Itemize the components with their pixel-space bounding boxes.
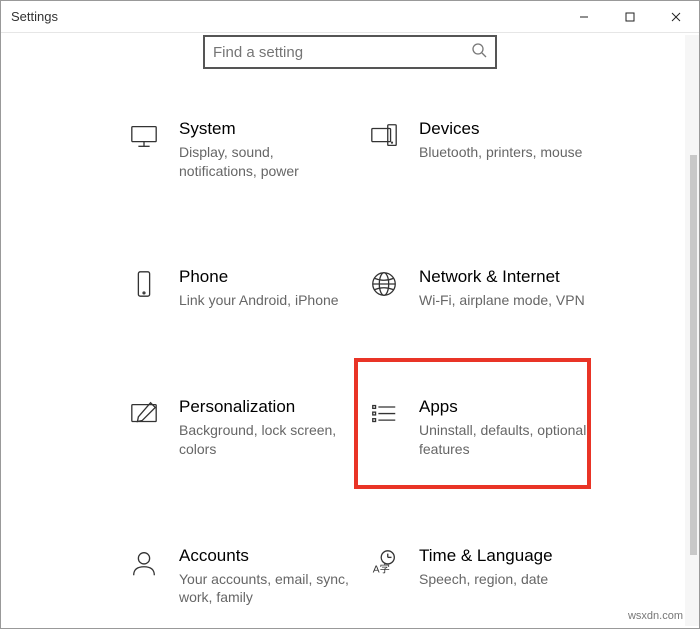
search-box[interactable] <box>203 35 497 69</box>
devices-icon <box>367 119 401 153</box>
phone-icon <box>127 267 161 301</box>
category-time[interactable]: A字 Time & Language Speech, region, date <box>367 544 607 628</box>
category-desc: Bluetooth, printers, mouse <box>419 143 582 162</box>
category-title: Apps <box>419 397 589 417</box>
category-apps[interactable]: Apps Uninstall, defaults, optional featu… <box>367 395 607 479</box>
category-desc: Wi-Fi, airplane mode, VPN <box>419 291 585 310</box>
category-system[interactable]: System Display, sound, notifications, po… <box>127 117 367 201</box>
category-title: Devices <box>419 119 582 139</box>
category-accounts[interactable]: Accounts Your accounts, email, sync, wor… <box>127 544 367 628</box>
window-title: Settings <box>11 9 58 24</box>
category-title: Accounts <box>179 546 349 566</box>
list-icon <box>367 397 401 431</box>
category-network[interactable]: Network & Internet Wi-Fi, airplane mode,… <box>367 265 607 331</box>
category-desc: Link your Android, iPhone <box>179 291 339 310</box>
globe-icon <box>367 267 401 301</box>
settings-categories: System Display, sound, notifications, po… <box>127 117 669 628</box>
watermark: wsxdn.com <box>628 610 683 622</box>
window-controls <box>561 1 699 32</box>
close-button[interactable] <box>653 1 699 32</box>
category-title: Network & Internet <box>419 267 585 287</box>
category-title: System <box>179 119 349 139</box>
display-icon <box>127 119 161 153</box>
search-icon <box>471 42 487 63</box>
category-title: Personalization <box>179 397 349 417</box>
svg-text:A字: A字 <box>373 562 390 575</box>
person-icon <box>127 546 161 580</box>
scrollbar-track[interactable] <box>685 35 699 626</box>
category-personalization[interactable]: Personalization Background, lock screen,… <box>127 395 367 479</box>
time-language-icon: A字 <box>367 546 401 580</box>
minimize-button[interactable] <box>561 1 607 32</box>
search-input[interactable] <box>213 44 471 61</box>
category-desc: Display, sound, notifications, power <box>179 143 349 181</box>
category-desc: Uninstall, defaults, optional features <box>419 421 589 459</box>
titlebar: Settings <box>1 1 699 33</box>
scrollbar-thumb[interactable] <box>690 155 697 555</box>
paintbrush-icon <box>127 397 161 431</box>
category-title: Phone <box>179 267 339 287</box>
maximize-button[interactable] <box>607 1 653 32</box>
category-desc: Background, lock screen, colors <box>179 421 349 459</box>
category-desc: Your accounts, email, sync, work, family <box>179 570 349 608</box>
search-container <box>1 33 699 69</box>
category-devices[interactable]: Devices Bluetooth, printers, mouse <box>367 117 607 201</box>
category-title: Time & Language <box>419 546 553 566</box>
category-desc: Speech, region, date <box>419 570 553 589</box>
category-phone[interactable]: Phone Link your Android, iPhone <box>127 265 367 331</box>
